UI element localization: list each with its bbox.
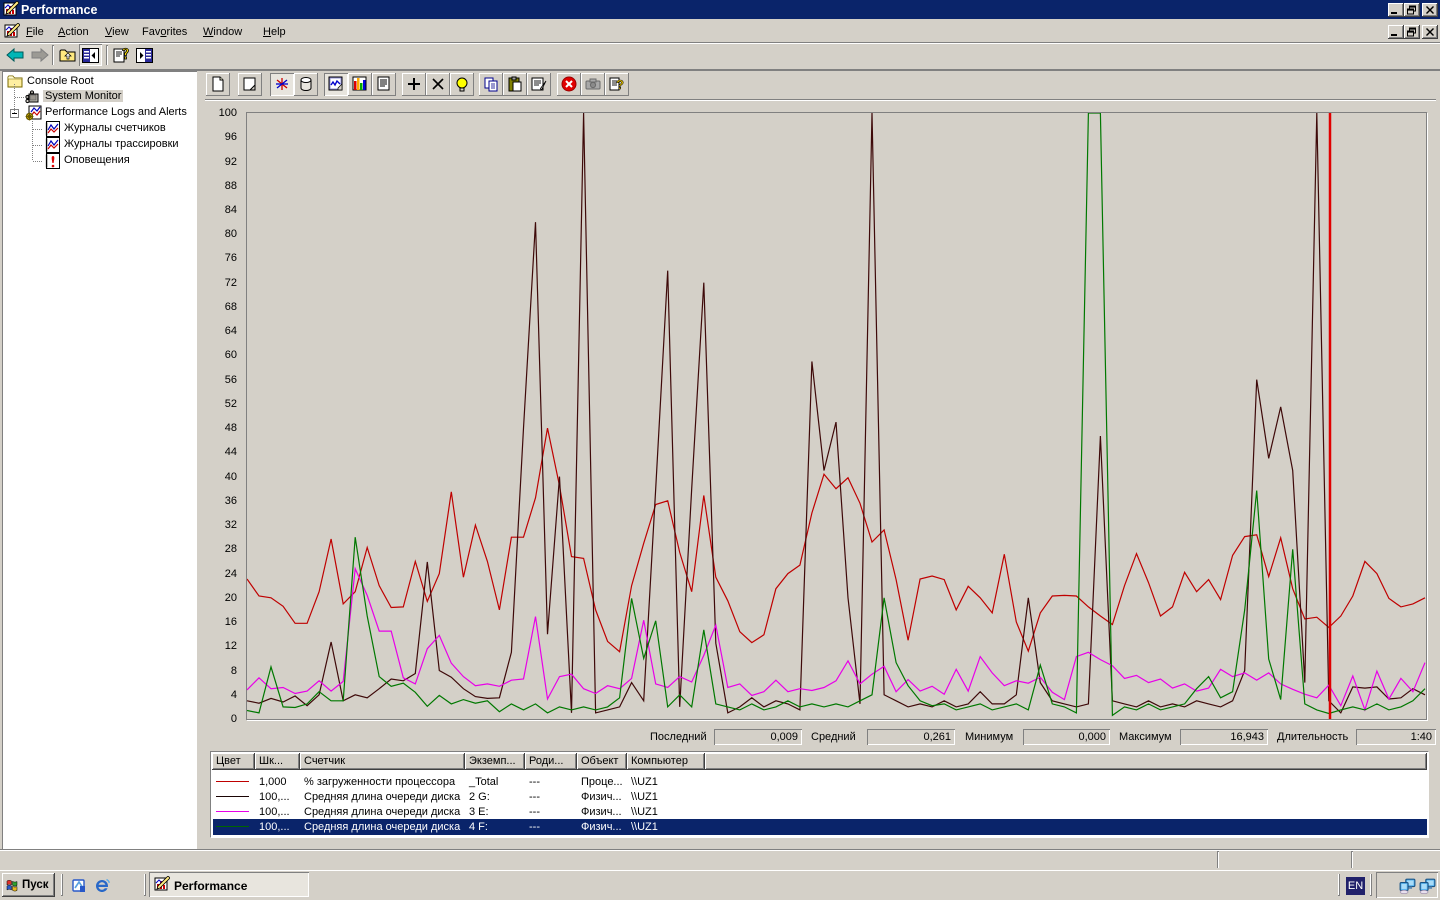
svg-text:?: ? bbox=[616, 77, 624, 92]
